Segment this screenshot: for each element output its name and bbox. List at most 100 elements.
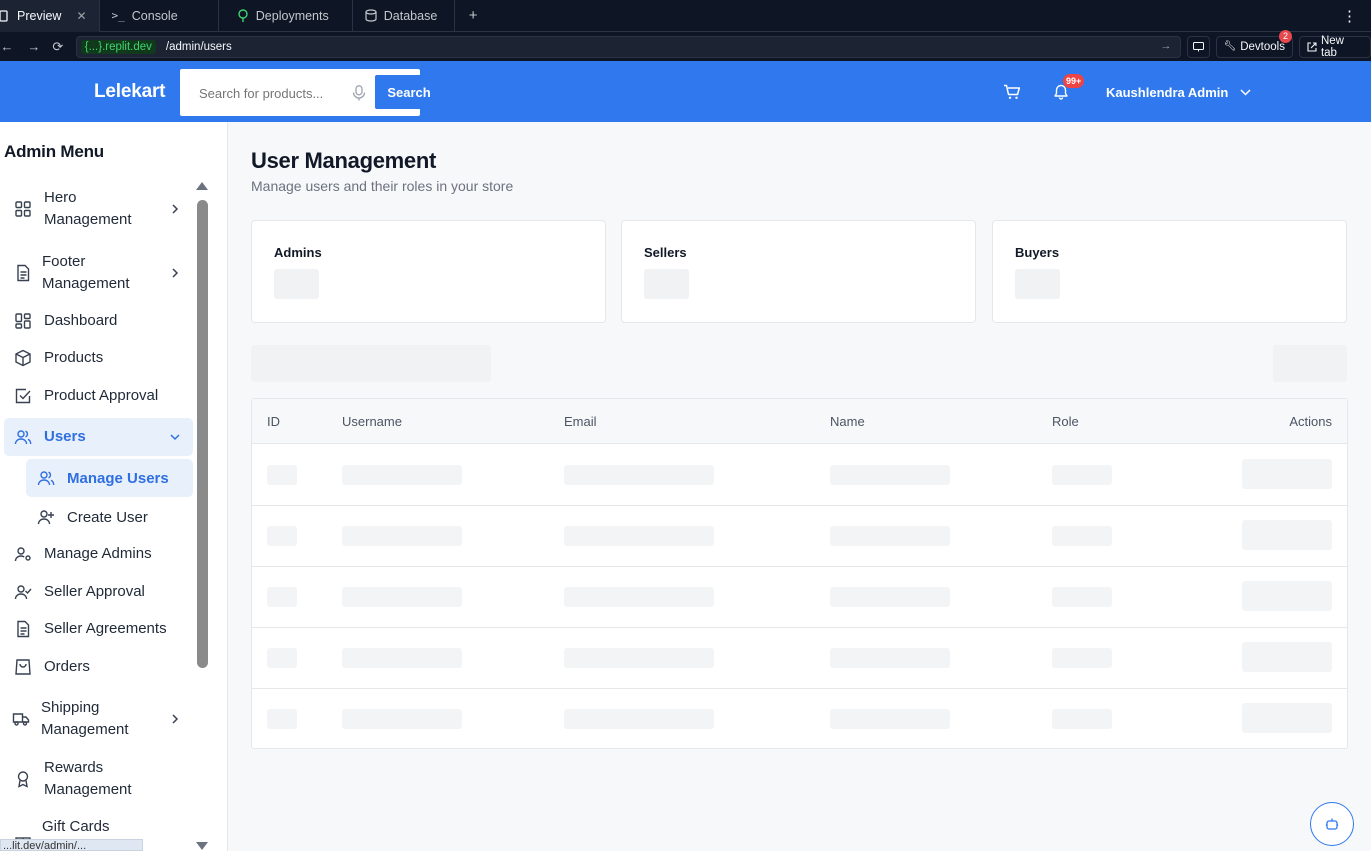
- forward-icon[interactable]: →: [22, 39, 46, 54]
- sidebar-item-label: Shipping Management: [41, 699, 129, 738]
- loading-cell: [830, 648, 950, 668]
- microphone-icon[interactable]: [352, 85, 366, 101]
- loading-cell: [1242, 581, 1332, 611]
- table-row: [252, 689, 1347, 750]
- column-header-username: Username: [342, 414, 402, 429]
- loading-cell: [564, 709, 714, 729]
- file-text-icon: [17, 620, 30, 638]
- sidebar-item-label: Products: [44, 349, 104, 366]
- loading-cell: [1242, 459, 1332, 489]
- loading-cell: [1052, 648, 1112, 668]
- loading-cell: [342, 587, 462, 607]
- scroll-down-arrow[interactable]: [196, 842, 208, 850]
- loading-cell: [1052, 526, 1112, 546]
- column-header-id: ID: [267, 414, 280, 429]
- chevron-down-icon: [170, 434, 180, 441]
- award-icon: [17, 771, 29, 788]
- sidebar-scrollbar[interactable]: [197, 200, 208, 668]
- sidebar-item-label: Gift Cards: [42, 818, 110, 835]
- database-icon: [365, 9, 377, 22]
- loading-cell: [1052, 465, 1112, 485]
- sidebar-item-orders[interactable]: Orders: [4, 656, 193, 678]
- devtools-button[interactable]: 🔧︎ Devtools 2: [1215, 29, 1293, 58]
- search-input[interactable]: [199, 84, 349, 102]
- loading-cell: [830, 526, 950, 546]
- loading-skeleton: [644, 269, 689, 299]
- more-options-icon[interactable]: ⋮: [1342, 7, 1357, 25]
- sidebar-subitem-create-user[interactable]: Create User: [26, 506, 193, 528]
- close-icon[interactable]: ✕: [76, 9, 86, 23]
- url-field[interactable]: {...}.replit.dev /admin/users →: [75, 35, 1181, 58]
- chevron-right-icon: [172, 714, 179, 724]
- loading-cell: [1242, 642, 1332, 672]
- sidebar-item-hero-management[interactable]: Hero Management: [4, 186, 193, 232]
- preview-icon: [0, 9, 8, 22]
- dashboard-icon: [15, 313, 31, 329]
- user-plus-icon: [37, 510, 54, 525]
- admin-sidebar: Admin Menu Hero Management Footer Manage…: [0, 122, 228, 851]
- sidebar-item-rewards-management[interactable]: Rewards Management: [4, 756, 193, 802]
- sidebar-item-label: Orders: [44, 658, 90, 675]
- users-icon: [37, 471, 55, 486]
- stat-card-admins: Admins: [251, 220, 606, 323]
- sidebar-item-dashboard[interactable]: Dashboard: [4, 310, 193, 332]
- notification-badge: 99+: [1063, 74, 1085, 88]
- loading-cell: [564, 587, 714, 607]
- tab-console[interactable]: >_ Console: [100, 0, 219, 32]
- sidebar-item-gift-cards[interactable]: Gift Cards: [4, 816, 193, 849]
- chevron-down-icon: [1240, 89, 1251, 96]
- back-icon[interactable]: ←: [0, 39, 14, 54]
- scroll-up-arrow[interactable]: [196, 182, 208, 190]
- chevron-right-icon: [172, 204, 179, 214]
- external-link-icon: [1307, 41, 1317, 52]
- sidebar-item-label: Manage Users: [67, 469, 169, 487]
- tab-label: Console: [131, 8, 178, 23]
- sidebar-item-products[interactable]: Products: [4, 347, 193, 369]
- loading-cell: [1242, 520, 1332, 550]
- column-header-actions: Actions: [1289, 414, 1332, 429]
- sidebar-item-label: Rewards Management: [44, 759, 132, 798]
- sidebar-item-footer-management[interactable]: Footer Management: [4, 250, 193, 296]
- link-status-url: ...lit.dev/admin/...: [0, 839, 143, 851]
- loading-cell: [342, 709, 462, 729]
- loading-cell: [342, 648, 462, 668]
- sidebar-item-label: Seller Approval: [44, 583, 145, 600]
- chat-assistant-button[interactable]: [1310, 802, 1354, 846]
- sidebar-item-users[interactable]: Users: [4, 418, 193, 456]
- loading-cell: [267, 587, 297, 607]
- tab-deployments[interactable]: Deployments: [219, 0, 353, 32]
- user-cog-icon: [14, 547, 31, 562]
- robot-icon: [1325, 818, 1339, 830]
- loading-cell: [342, 465, 462, 485]
- table-row: [252, 628, 1347, 689]
- sidebar-item-seller-approval[interactable]: Seller Approval: [4, 581, 193, 603]
- search-button[interactable]: Search: [375, 75, 443, 109]
- sidebar-item-seller-agreements[interactable]: Seller Agreements: [4, 618, 193, 640]
- sidebar-item-product-approval[interactable]: Product Approval: [4, 385, 193, 407]
- document-icon: [17, 264, 30, 282]
- tab-database[interactable]: Database: [353, 0, 455, 32]
- loading-cell: [342, 526, 462, 546]
- go-arrow-icon[interactable]: →: [1161, 40, 1172, 52]
- user-menu[interactable]: Kaushlendra Admin: [1106, 85, 1251, 100]
- tab-label: Database: [383, 8, 438, 23]
- cart-icon[interactable]: [1003, 84, 1021, 100]
- browser-tab-bar: Preview ✕ >_ Console Deployments Databas…: [0, 0, 1371, 32]
- devtools-label: Devtools: [1240, 40, 1285, 53]
- reload-icon[interactable]: ⟳: [46, 39, 70, 55]
- new-tab-plus-icon[interactable]: +: [455, 7, 492, 24]
- site-logo[interactable]: Lelekart: [94, 81, 165, 103]
- deployments-icon: [238, 9, 248, 22]
- sidebar-subitem-manage-users[interactable]: Manage Users: [26, 459, 193, 497]
- device-preview-button[interactable]: [1186, 35, 1210, 58]
- check-square-icon: [15, 388, 31, 404]
- user-name: Kaushlendra Admin: [1106, 85, 1229, 100]
- browser-url-bar: ← → ⟳ {...}.replit.dev /admin/users → 🔧︎…: [0, 29, 1371, 61]
- loading-cell: [1242, 703, 1332, 733]
- tab-preview[interactable]: Preview ✕: [0, 0, 100, 32]
- sidebar-item-label: Dashboard: [44, 312, 118, 329]
- new-tab-button[interactable]: New tab: [1298, 35, 1371, 59]
- sidebar-title: Admin Menu: [4, 142, 104, 161]
- sidebar-item-shipping-management[interactable]: Shipping Management: [4, 696, 193, 742]
- sidebar-item-manage-admins[interactable]: Manage Admins: [4, 543, 193, 565]
